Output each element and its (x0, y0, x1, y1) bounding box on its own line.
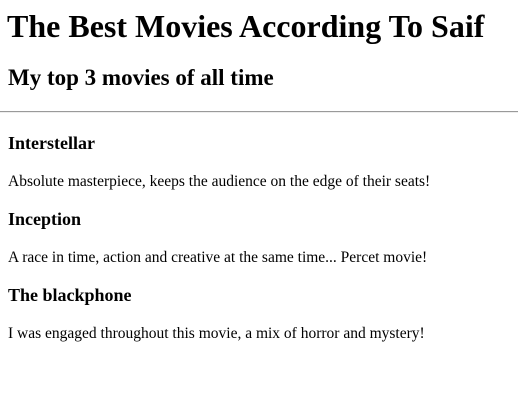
movie-description: I was engaged throughout this movie, a m… (8, 325, 425, 342)
movie-item: Interstellar Absolute masterpiece, keeps… (8, 133, 518, 191)
movie-description: A race in time, action and creative at t… (8, 249, 428, 266)
movie-title: Interstellar (8, 133, 95, 153)
divider (0, 111, 518, 113)
movie-item: The blackphone I was engaged throughout … (8, 285, 518, 343)
page: The Best Movies According To Saif My top… (0, 0, 518, 411)
movie-title: Inception (8, 209, 82, 229)
movie-item: Inception A race in time, action and cre… (8, 209, 518, 267)
page-subtitle: My top 3 movies of all time (8, 65, 274, 90)
movie-description: Absolute masterpiece, keeps the audience… (8, 173, 431, 190)
movie-list: Interstellar Absolute masterpiece, keeps… (8, 133, 518, 343)
movie-title: The blackphone (8, 285, 132, 305)
page-title: The Best Movies According To Saif (7, 8, 485, 44)
